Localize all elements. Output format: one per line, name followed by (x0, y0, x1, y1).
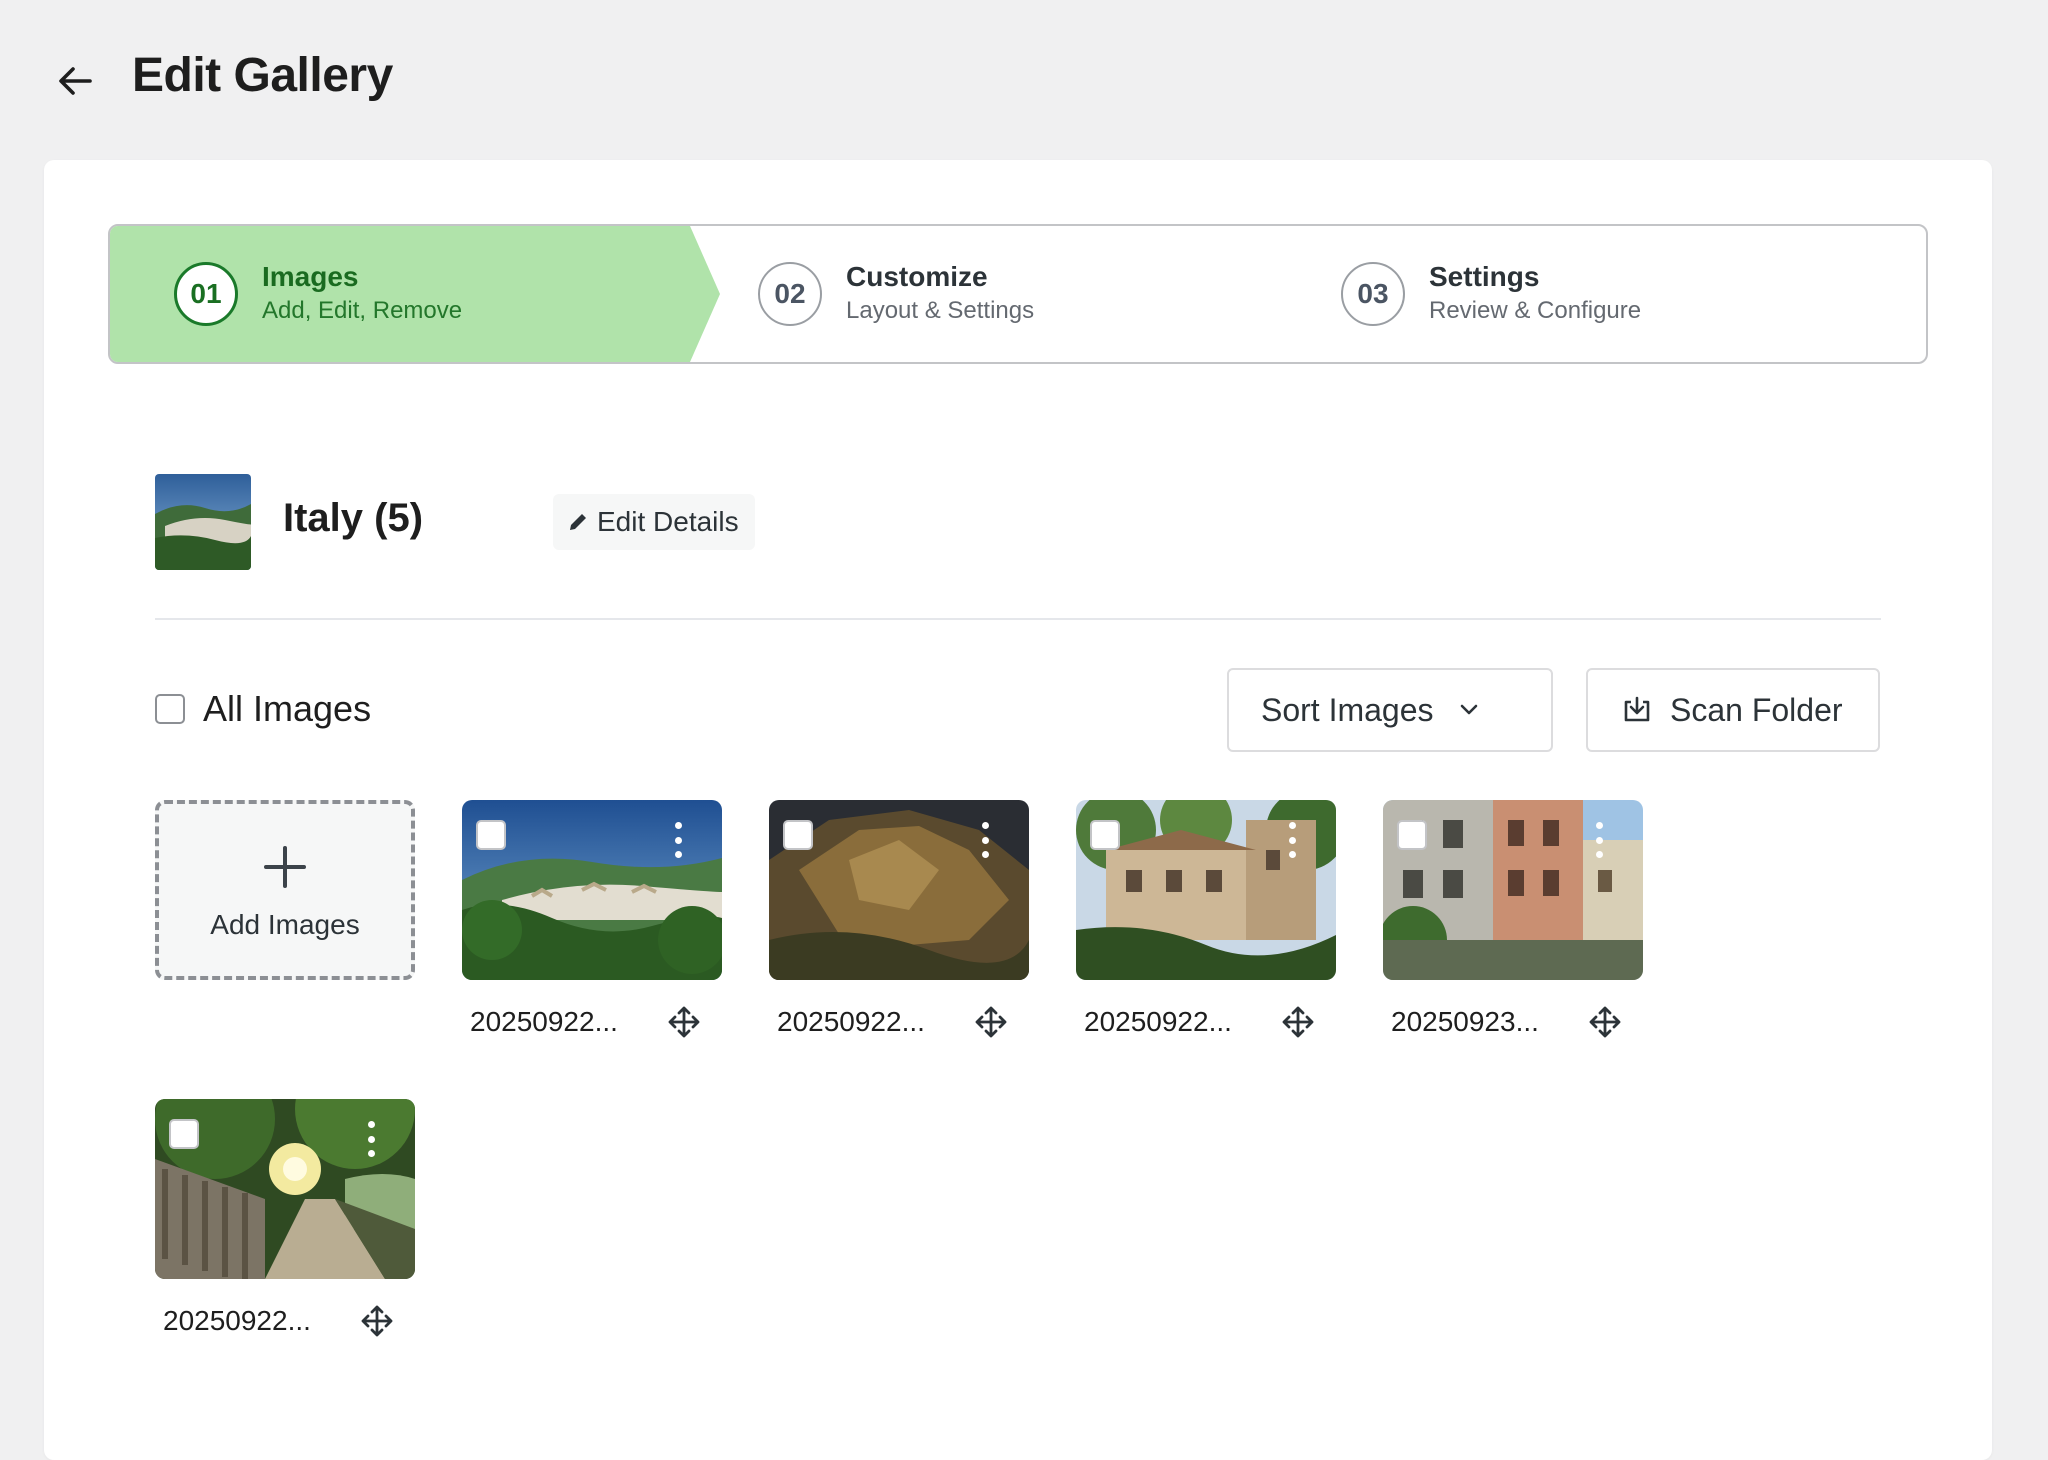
more-options-icon[interactable] (365, 1121, 377, 1157)
arrow-left-icon (59, 67, 92, 95)
image-filename: 20250922... (1084, 1006, 1232, 1037)
plus-icon (263, 839, 307, 895)
image-thumbnail[interactable] (1076, 800, 1336, 980)
image-filename: 20250923... (1391, 1006, 1539, 1037)
step-customize[interactable]: 02 Customize Layout & Settings (758, 226, 1034, 362)
step-subtitle: Review & Configure (1429, 297, 1642, 324)
step-settings[interactable]: 03 Settings Review & Configure (1341, 226, 1641, 362)
more-options-icon[interactable] (1593, 822, 1605, 858)
step-images[interactable]: 01 Images Add, Edit, Remove (174, 226, 462, 362)
drag-move-icon[interactable] (1282, 1006, 1314, 1043)
page-title: Edit Gallery (132, 49, 393, 102)
chevron-down-icon (1460, 704, 1478, 716)
image-tile[interactable]: 20250922... (462, 800, 722, 1050)
more-options-icon[interactable] (1286, 822, 1298, 858)
drag-move-icon[interactable] (361, 1305, 393, 1342)
step-number: 03 (1341, 262, 1405, 326)
drag-move-icon[interactable] (668, 1006, 700, 1043)
gallery-cover-image (155, 474, 251, 570)
step-title: Customize (846, 261, 988, 292)
drag-move-icon[interactable] (975, 1006, 1007, 1043)
step-title: Settings (1429, 261, 1540, 292)
image-thumbnail[interactable] (769, 800, 1029, 980)
download-box-icon (1622, 696, 1652, 724)
image-thumbnail[interactable] (155, 1099, 415, 1279)
scan-folder-button[interactable]: Scan Folder (1586, 668, 1880, 752)
edit-details-label: Edit Details (597, 506, 739, 537)
image-checkbox[interactable] (476, 820, 506, 850)
image-checkbox[interactable] (169, 1119, 199, 1149)
sort-images-dropdown[interactable]: Sort Images (1227, 668, 1553, 752)
image-checkbox[interactable] (783, 820, 813, 850)
image-filename: 20250922... (470, 1006, 618, 1037)
step-number: 02 (758, 262, 822, 326)
drag-move-icon[interactable] (1589, 1006, 1621, 1043)
image-filename: 20250922... (777, 1006, 925, 1037)
image-thumbnail[interactable] (462, 800, 722, 980)
wizard-stepper: 01 Images Add, Edit, Remove 02 Customize… (108, 224, 1928, 364)
top-bar: Edit Gallery (0, 0, 2048, 160)
step-subtitle: Add, Edit, Remove (262, 297, 463, 324)
section-divider (155, 618, 1881, 620)
main-card: 01 Images Add, Edit, Remove 02 Customize… (44, 160, 1992, 1460)
step-number: 01 (174, 262, 238, 326)
all-images-label: All Images (203, 688, 372, 729)
more-options-icon[interactable] (672, 822, 684, 858)
image-tile[interactable]: 20250922... (1076, 800, 1336, 1050)
gallery-header: Italy (5) Edit Details (155, 474, 1885, 570)
add-images-tile[interactable]: Add Images (155, 800, 415, 980)
back-button[interactable] (50, 56, 100, 106)
step-title: Images (262, 261, 359, 292)
step-subtitle: Layout & Settings (846, 297, 1035, 324)
sort-images-label: Sort Images (1261, 691, 1434, 728)
image-tile[interactable]: 20250923... (1383, 800, 1643, 1050)
image-tile[interactable]: 20250922... (769, 800, 1029, 1050)
select-all-images[interactable]: All Images (155, 688, 371, 730)
image-thumbnail[interactable] (1383, 800, 1643, 980)
pencil-icon (567, 511, 589, 533)
scan-folder-label: Scan Folder (1670, 691, 1843, 728)
image-tile[interactable]: 20250922... (155, 1099, 415, 1349)
edit-details-button[interactable]: Edit Details (553, 494, 755, 550)
image-checkbox[interactable] (1397, 820, 1427, 850)
image-filename: 20250922... (163, 1305, 311, 1336)
select-all-checkbox[interactable] (155, 694, 185, 724)
add-images-label: Add Images (210, 909, 360, 940)
image-checkbox[interactable] (1090, 820, 1120, 850)
gallery-name: Italy (5) (283, 496, 424, 540)
more-options-icon[interactable] (979, 822, 991, 858)
